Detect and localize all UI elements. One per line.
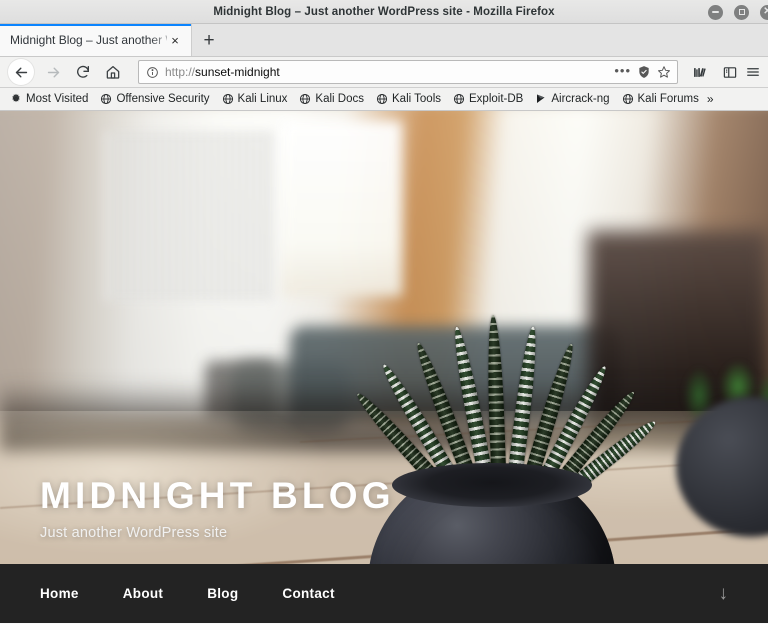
window-title: Midnight Blog – Just another WordPress s… — [213, 5, 555, 18]
globe-icon — [376, 93, 388, 105]
back-button[interactable] — [8, 59, 34, 85]
nav-item-home[interactable]: Home — [40, 586, 123, 601]
library-button[interactable] — [686, 59, 714, 85]
window-titlebar: Midnight Blog – Just another WordPress s… — [0, 0, 768, 24]
maximize-button[interactable] — [734, 4, 749, 20]
bookmark-exploit-db[interactable]: Exploit-DB — [447, 89, 529, 110]
sidebar-icon — [723, 66, 737, 78]
bookmark-kali-docs[interactable]: Kali Docs — [293, 89, 370, 110]
close-icon: ✕ — [763, 6, 768, 17]
site-tagline: Just another WordPress site — [40, 525, 228, 541]
bookmark-label: Kali Linux — [237, 93, 288, 105]
bookmark-label: Most Visited — [26, 93, 89, 105]
bookmarks-toolbar: Most Visited Offensive Security Kali Lin… — [0, 88, 768, 111]
succulent-leaves — [352, 293, 660, 489]
bookmark-label: Kali Docs — [315, 93, 364, 105]
window-controls: ✕ — [708, 0, 768, 24]
pot-rim — [392, 463, 592, 507]
minimize-icon — [712, 11, 719, 13]
home-icon — [106, 66, 120, 79]
bright-window — [282, 121, 402, 296]
nav-item-contact[interactable]: Contact — [282, 586, 378, 601]
scroll-down-arrow-icon[interactable]: ↓ — [719, 584, 729, 603]
close-button[interactable]: ✕ — [760, 4, 768, 20]
site-title: MIDNIGHT BLOG — [40, 475, 395, 517]
browser-tab[interactable]: Midnight Blog – Just another WordPress s… — [0, 24, 192, 56]
gear-icon — [10, 93, 22, 105]
library-icon — [694, 67, 706, 77]
globe-icon — [622, 93, 634, 105]
globe-icon — [100, 93, 112, 105]
bookmark-label: Kali Forums — [637, 93, 699, 105]
star-icon[interactable] — [657, 65, 671, 79]
toolbar-right-actions — [686, 59, 762, 85]
globe-icon — [222, 93, 234, 105]
bookmark-aircrack-ng[interactable]: Aircrack-ng — [529, 89, 615, 110]
back-arrow-icon — [15, 67, 27, 77]
reload-icon — [77, 65, 89, 78]
globe-icon — [299, 93, 311, 105]
sidebar-button[interactable] — [716, 59, 744, 85]
url-bar[interactable]: http://sunset-midnight ••• — [138, 60, 678, 84]
maximize-icon — [738, 9, 745, 15]
flag-icon — [535, 93, 547, 105]
bookmark-most-visited[interactable]: Most Visited — [4, 89, 94, 110]
minimize-button[interactable] — [708, 4, 723, 20]
bookmark-label: Aircrack-ng — [551, 93, 610, 105]
bookmark-label: Kali Tools — [392, 93, 442, 105]
hero-image: MIDNIGHT BLOG Just another WordPress sit… — [0, 111, 768, 623]
bookmark-label: Exploit-DB — [469, 93, 524, 105]
bookmark-offensive-security[interactable]: Offensive Security — [94, 89, 215, 110]
navigation-toolbar: http://sunset-midnight ••• — [0, 57, 768, 88]
forward-arrow-icon — [47, 67, 59, 77]
globe-icon — [453, 93, 465, 105]
home-button[interactable] — [98, 59, 128, 85]
window-blinds — [105, 131, 275, 301]
forward-button[interactable] — [38, 59, 68, 85]
tab-strip: Midnight Blog – Just another WordPress s… — [0, 24, 768, 57]
reload-button[interactable] — [68, 59, 98, 85]
menu-button[interactable] — [746, 59, 760, 85]
shield-icon[interactable] — [637, 65, 651, 79]
firefox-window: Midnight Blog – Just another WordPress s… — [0, 0, 768, 624]
nav-item-about[interactable]: About — [123, 586, 207, 601]
new-tab-button[interactable]: + — [192, 24, 226, 56]
nav-item-blog[interactable]: Blog — [207, 586, 282, 601]
tab-title: Midnight Blog – Just another WordPress s… — [10, 33, 167, 47]
tab-close-icon[interactable]: × — [167, 32, 183, 48]
bookmark-kali-tools[interactable]: Kali Tools — [370, 89, 447, 110]
url-host: sunset-midnight — [195, 65, 280, 79]
page-actions-button[interactable]: ••• — [614, 64, 631, 81]
web-page-content: MIDNIGHT BLOG Just another WordPress sit… — [0, 111, 768, 623]
info-icon[interactable] — [146, 66, 159, 79]
url-scheme: http:// — [165, 65, 196, 79]
hero-text-block: MIDNIGHT BLOG Just another WordPress sit… — [40, 475, 395, 541]
bookmark-kali-linux[interactable]: Kali Linux — [216, 89, 294, 110]
bookmark-label: Offensive Security — [116, 93, 210, 105]
hamburger-menu-icon — [747, 68, 759, 76]
bookmarks-overflow-chevron-icon[interactable]: » — [705, 92, 716, 106]
site-navigation-bar: Home About Blog Contact ↓ — [0, 564, 768, 623]
site-nav-items: Home About Blog Contact — [40, 586, 379, 601]
bookmark-kali-forums[interactable]: Kali Forums — [616, 89, 705, 110]
url-input[interactable]: http://sunset-midnight — [165, 65, 608, 79]
